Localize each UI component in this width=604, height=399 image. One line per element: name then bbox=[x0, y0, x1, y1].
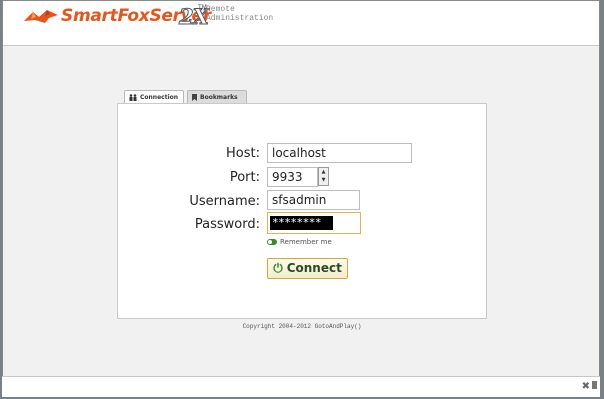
username-input[interactable]: sfsadmin bbox=[267, 190, 360, 210]
connect-button[interactable]: ⏻ Connect bbox=[267, 258, 348, 279]
port-stepper[interactable]: ▲ ▼ bbox=[318, 167, 329, 186]
fox-logo-icon bbox=[24, 10, 58, 23]
tab-bookmarks[interactable]: Bookmarks bbox=[187, 90, 247, 103]
password-mask: ******** bbox=[270, 216, 333, 230]
bottom-bar: ✖ bbox=[2, 376, 600, 397]
app-header: SmartFoxServer 2X TM Remote Administrati… bbox=[3, 1, 599, 46]
subtitle-line-1: Remote bbox=[206, 5, 235, 14]
remember-me-toggle[interactable]: Remember me bbox=[267, 238, 332, 246]
tab-bookmarks-label: Bookmarks bbox=[200, 94, 238, 101]
port-input[interactable]: 9933 bbox=[267, 167, 318, 187]
password-input[interactable]: ******** bbox=[267, 212, 361, 234]
host-input[interactable]: localhost bbox=[267, 143, 412, 163]
login-panel bbox=[117, 103, 487, 319]
stepper-up-icon[interactable]: ▲ bbox=[319, 168, 328, 176]
port-label: Port: bbox=[229, 170, 260, 185]
username-label: Username: bbox=[189, 194, 260, 209]
remember-me-label: Remember me bbox=[280, 238, 332, 246]
password-label: Password: bbox=[194, 217, 260, 232]
trash-icon[interactable] bbox=[592, 381, 597, 389]
subtitle-line-2: Administration bbox=[206, 14, 274, 23]
stepper-down-icon[interactable]: ▼ bbox=[319, 176, 328, 184]
brand-subtitle: Remote Administration bbox=[206, 5, 273, 23]
bookmark-icon bbox=[192, 94, 197, 101]
tab-connection-label: Connection bbox=[140, 94, 179, 101]
toggle-on-icon[interactable] bbox=[267, 239, 277, 245]
users-icon bbox=[129, 94, 137, 101]
copyright-text: Copyright 2004-2012 GotoAndPlay() bbox=[242, 323, 362, 330]
host-label: Host: bbox=[226, 146, 260, 161]
close-icon[interactable]: ✖ bbox=[582, 381, 590, 392]
tab-connection[interactable]: Connection bbox=[124, 90, 184, 104]
power-icon: ⏻ bbox=[273, 261, 283, 275]
connect-label: Connect bbox=[286, 261, 342, 275]
